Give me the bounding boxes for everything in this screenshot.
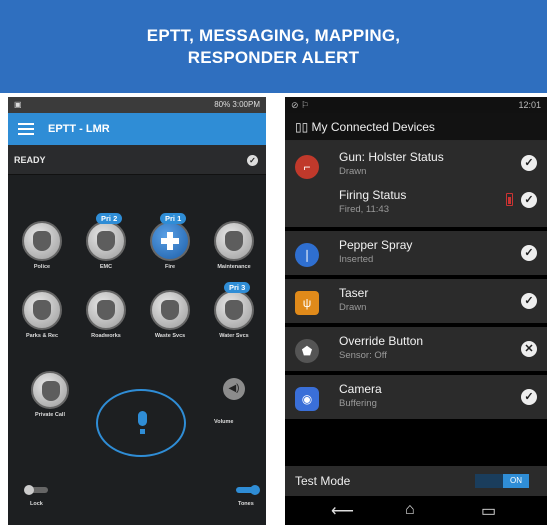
device-camera[interactable]: ◉ Camera Buffering ✓ — [285, 375, 547, 423]
camera-icon: ◉ — [295, 387, 319, 411]
app-title: EPTT - LMR — [48, 123, 110, 135]
tones-toggle[interactable] — [236, 485, 260, 495]
people-icon — [86, 221, 126, 261]
device-status: Drawn — [339, 302, 367, 313]
ready-check-icon: ✓ — [247, 155, 258, 166]
tones-label: Tones — [238, 501, 254, 507]
worker-icon — [86, 290, 126, 330]
ready-label: READY — [14, 155, 46, 165]
talkgroup-police[interactable]: Police — [10, 221, 74, 270]
status-bar: ⊘ ⚐ 12:01 — [285, 97, 547, 113]
device-name: Override Button — [339, 334, 424, 348]
close-icon: ✕ — [521, 341, 537, 357]
lock-toggle[interactable] — [24, 485, 48, 495]
priority-badge: Pri 3 — [224, 282, 251, 293]
talkgroup-label: EMC — [99, 264, 113, 270]
talkgroup-roadworks[interactable]: Roadworks — [74, 290, 138, 339]
cross-icon — [150, 221, 190, 261]
tools-icon — [214, 221, 254, 261]
talkgroup-label: Roadworks — [91, 333, 121, 339]
device-status: Inserted — [339, 254, 374, 265]
priority-badge: Pri 1 — [160, 213, 187, 224]
talkgroup-label: Water Svcs — [219, 333, 249, 339]
device-name: Gun: Holster Status — [339, 150, 444, 164]
person-icon — [31, 371, 69, 409]
device-override-button[interactable]: ⬟ Override Button Sensor: Off ✕ — [285, 327, 547, 375]
check-icon: ✓ — [521, 155, 537, 171]
test-mode-label: Test Mode — [295, 474, 351, 488]
talkgroup-fire[interactable]: Pri 1 Fire — [138, 213, 202, 270]
recents-icon[interactable]: ▭ — [481, 501, 496, 521]
talkgroup-maintenance[interactable]: Maintenance — [202, 221, 266, 270]
talkgroup-label: Police — [33, 264, 51, 270]
taser-icon: ψ — [295, 291, 319, 315]
toggle-state: ON — [503, 474, 529, 488]
devices-header: ▯▯ My Connected Devices — [285, 113, 547, 141]
pepper-spray-icon: ❘ — [295, 243, 319, 267]
banner-line-1: EPTT, MESSAGING, MAPPING, — [146, 26, 401, 45]
battery-low-icon — [506, 193, 513, 206]
device-name: Pepper Spray — [339, 238, 413, 252]
talkgroup-label: Fire — [164, 264, 176, 270]
devices-phone-screen: ⊘ ⚐ 12:01 ▯▯ My Connected Devices ⌐ Gun:… — [285, 97, 547, 525]
truck-icon — [214, 290, 254, 330]
device-name: Taser — [339, 286, 369, 300]
status-time: 12:01 — [518, 100, 541, 110]
private-call-button[interactable]: Private Call — [20, 371, 80, 418]
header-banner: EPTT, MESSAGING, MAPPING, RESPONDER ALER… — [0, 0, 547, 93]
talkgroup-parks-rec[interactable]: Parks & Rec — [10, 290, 74, 339]
check-icon: ✓ — [521, 192, 537, 208]
device-status: Buffering — [339, 398, 377, 409]
shield-icon — [22, 221, 62, 261]
device-name: Camera — [339, 382, 382, 396]
check-icon: ✓ — [521, 389, 537, 405]
talkgroup-waste-svcs[interactable]: Waste Svcs — [138, 290, 202, 339]
gun-icon: ⌐ — [295, 155, 319, 179]
worker-icon — [150, 290, 190, 330]
eptt-phone-screen: ▣ 80% 3:00PM EPTT - LMR READY ✓ Police P… — [8, 97, 266, 525]
device-status: Drawn — [339, 166, 367, 177]
devices-icon: ▯▯ — [295, 120, 312, 134]
device-status: Fired, 11:43 — [339, 204, 389, 215]
talkgroup-label: Maintenance — [217, 264, 251, 270]
talkgroup-emc[interactable]: Pri 2 EMC — [74, 213, 138, 270]
test-mode-row: Test Mode ON — [285, 466, 547, 496]
android-nav-bar: ⟵ ⌂ ▭ — [285, 496, 547, 525]
override-icon: ⬟ — [295, 339, 319, 363]
menu-icon[interactable] — [18, 123, 34, 135]
volume-label: Volume — [214, 419, 234, 425]
banner-line-2: RESPONDER ALERT — [187, 48, 360, 67]
ready-bar: READY ✓ — [8, 145, 266, 175]
talkgroup-water-svcs[interactable]: Pri 3 Water Svcs — [202, 282, 266, 339]
private-call-label: Private Call — [35, 412, 65, 418]
home-icon[interactable]: ⌂ — [405, 501, 415, 519]
talkgroup-label: Parks & Rec — [25, 333, 59, 339]
priority-badge: Pri 2 — [96, 213, 123, 224]
microphone-icon — [138, 411, 147, 434]
app-bar: EPTT - LMR — [8, 113, 266, 145]
back-icon[interactable]: ⟵ — [331, 501, 354, 521]
devices-title: My Connected Devices — [311, 120, 435, 134]
talkgroup-label: Waste Svcs — [154, 333, 186, 339]
test-mode-toggle[interactable]: ON — [475, 474, 529, 488]
device-pepper-spray[interactable]: ❘ Pepper Spray Inserted ✓ — [285, 231, 547, 279]
check-icon: ✓ — [521, 293, 537, 309]
status-bar: ▣ 80% 3:00PM — [8, 97, 266, 113]
check-icon: ✓ — [521, 245, 537, 261]
device-name: Firing Status — [339, 188, 407, 202]
device-status: Sensor: Off — [339, 350, 387, 361]
notification-icon: ▣ — [14, 100, 22, 109]
lock-label: Lock — [30, 501, 43, 507]
device-gun[interactable]: ⌐ Gun: Holster Status Drawn ✓ Firing Sta… — [285, 141, 547, 231]
tree-icon — [22, 290, 62, 330]
device-taser[interactable]: ψ Taser Drawn ✓ — [285, 279, 547, 327]
status-right: 80% 3:00PM — [214, 100, 260, 109]
push-to-talk-button[interactable] — [96, 389, 186, 457]
status-left-icons: ⊘ ⚐ — [291, 100, 310, 110]
volume-icon[interactable]: ◀) — [223, 378, 245, 400]
